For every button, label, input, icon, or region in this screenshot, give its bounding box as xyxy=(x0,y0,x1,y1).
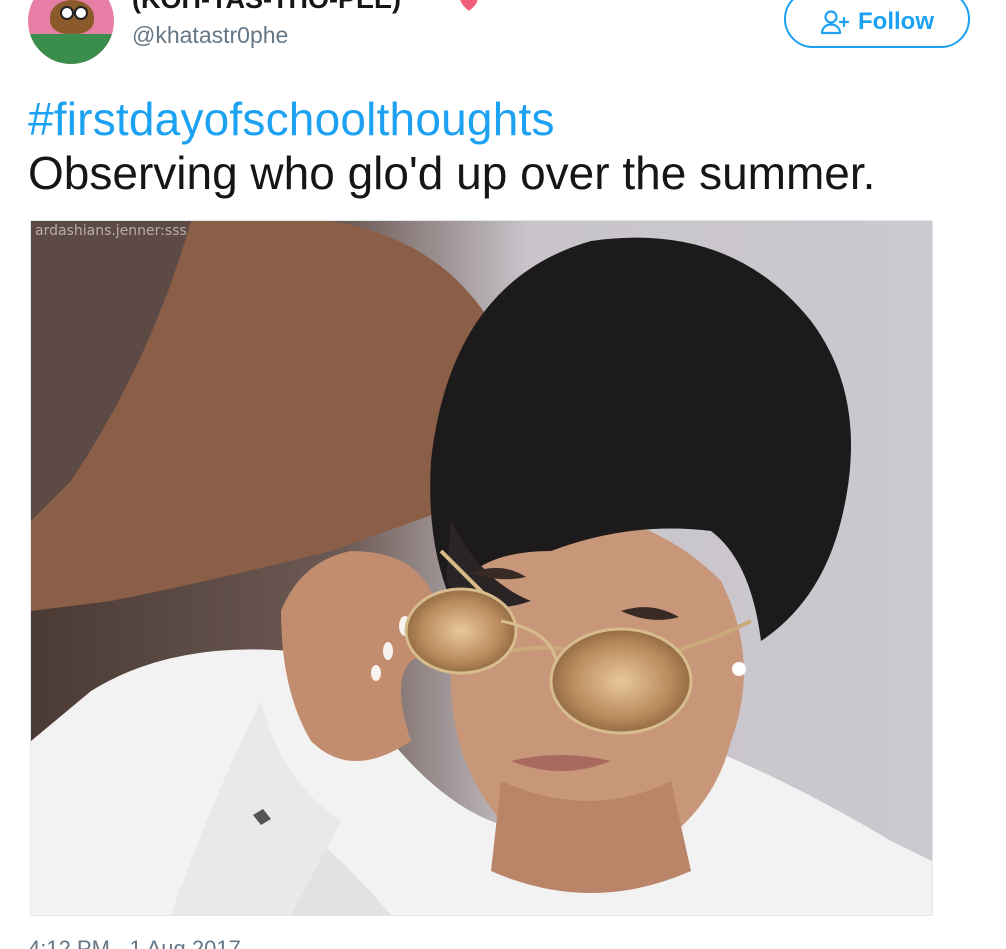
media-illustration xyxy=(31,221,932,915)
user-handle[interactable]: @khatastr0phe xyxy=(132,22,288,49)
tweet-media-image[interactable]: ardashians.jenner:sss xyxy=(30,220,933,916)
hashtag-link[interactable]: #firstdayofschoolthoughts xyxy=(28,92,555,146)
follow-button[interactable]: Follow xyxy=(784,0,970,48)
add-user-icon xyxy=(820,10,850,35)
follow-label: Follow xyxy=(858,8,934,35)
display-name[interactable]: (KOH-YAS-THO-PEE) xyxy=(132,0,401,15)
avatar-eye-left xyxy=(60,6,74,20)
avatar[interactable] xyxy=(28,0,114,64)
avatar-ground xyxy=(28,34,114,64)
media-watermark: ardashians.jenner:sss xyxy=(35,223,187,239)
tweet-timestamp[interactable]: 4:12 PM - 1 Aug 2017 xyxy=(28,936,241,949)
tweet-card: (KOH-YAS-THO-PEE) @khatastr0phe Follow #… xyxy=(0,0,1006,949)
tweet-text: Observing who glo'd up over the summer. xyxy=(28,147,876,199)
heart-icon xyxy=(460,0,478,11)
avatar-eye-right xyxy=(74,6,88,20)
